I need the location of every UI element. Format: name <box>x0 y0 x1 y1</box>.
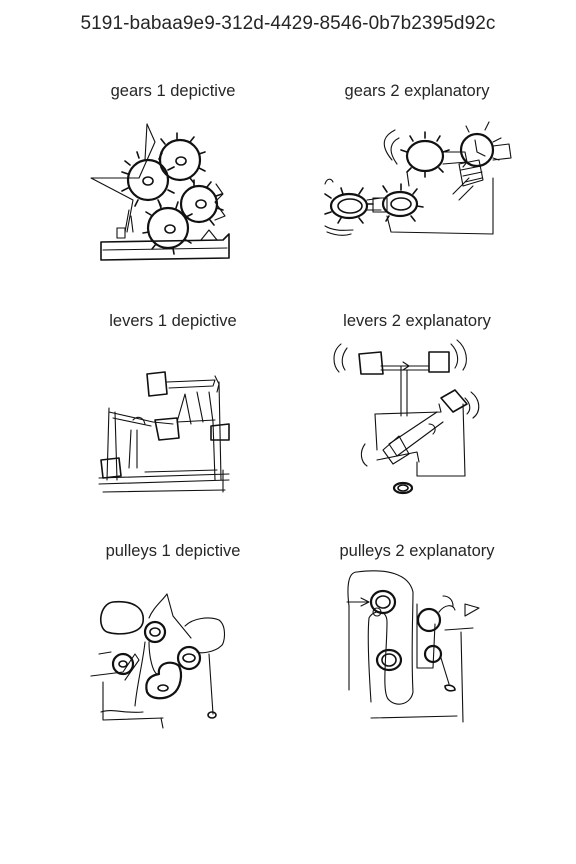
levers-depictive-sketch <box>98 371 230 493</box>
gears-depictive-sketch <box>90 123 230 261</box>
gears-explanatory-sketch <box>324 121 512 236</box>
page-title: 5191-babaa9e9-312d-4429-8546-0b7b2395d92… <box>80 13 496 34</box>
pulleys-explanatory-sketch <box>346 570 480 723</box>
levers-explanatory-sketch <box>333 339 480 495</box>
pulleys-depictive-sketch <box>90 593 226 729</box>
